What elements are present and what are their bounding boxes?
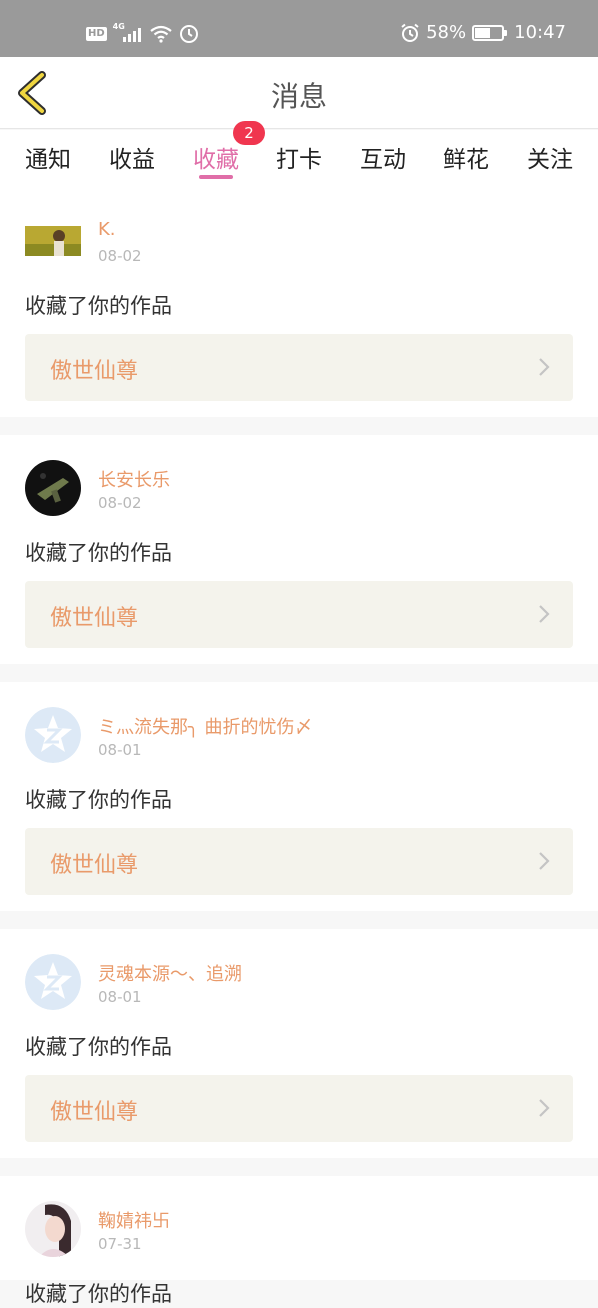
work-title: 傲世仙尊 [50,359,139,384]
username[interactable]: 鞠婧祎卐 [98,1207,170,1233]
chevron-right-icon [539,852,550,870]
avatar[interactable] [25,1201,81,1257]
unread-badge: 2 [233,121,265,145]
tab-bar: 通知 收益 收藏 打卡 互动 鲜花 关注 [0,130,598,188]
active-tab-indicator [199,175,233,179]
action-text: 收藏了你的作品 [25,541,172,565]
list-item: ミ灬流失那╮ 曲折的忧伤〆 08-01 收藏了你的作品 傲世仙尊 [0,682,598,911]
work-link[interactable]: 傲世仙尊 [25,828,573,895]
action-text: 收藏了你的作品 [25,788,172,812]
signal-icon: 4G [113,22,143,44]
alarm-icon [401,23,419,42]
hd-icon: HD [86,27,107,41]
tab-earnings[interactable]: 收益 [102,140,162,174]
work-title: 傲世仙尊 [50,606,139,631]
avatar[interactable] [25,226,81,256]
work-link[interactable]: 傲世仙尊 [25,334,573,401]
message-date: 08-01 [98,741,142,759]
work-title: 傲世仙尊 [50,1100,139,1125]
tab-following[interactable]: 关注 [520,140,580,174]
wifi-icon [149,25,172,43]
default-z-avatar-icon [25,707,81,763]
avatar[interactable] [25,707,81,763]
user-photo [25,1201,81,1257]
avatar[interactable] [25,460,81,516]
username[interactable]: 长安长乐 [98,466,170,492]
list-item: 长安长乐 08-02 收藏了你的作品 傲世仙尊 [0,435,598,664]
tab-flowers[interactable]: 鲜花 [436,140,496,174]
message-date: 08-02 [98,494,142,512]
clock-time: 10:47 [514,22,566,43]
action-text: 收藏了你的作品 [25,1282,172,1306]
tab-favorites[interactable]: 收藏 [186,140,246,174]
message-date: 08-01 [98,988,142,1006]
username[interactable]: K. [98,219,116,240]
work-link[interactable]: 傲世仙尊 [25,581,573,648]
header-bar: 消息 [0,57,598,129]
list-item: 灵魂本源～、追溯 08-01 收藏了你的作品 傲世仙尊 [0,929,598,1158]
list-item: 鞠婧祎卐 07-31 收藏了你的作品 [0,1176,598,1306]
status-left-icons: HD 4G [86,22,199,44]
work-title: 傲世仙尊 [50,853,139,878]
default-z-avatar-icon [25,954,81,1010]
list-item: K. 08-02 收藏了你的作品 傲世仙尊 [0,188,598,417]
action-text: 收藏了你的作品 [25,294,172,318]
battery-percent: 58% [426,22,467,43]
message-date: 08-02 [98,247,142,265]
chevron-right-icon [539,358,550,376]
chevron-right-icon [539,605,550,623]
action-text: 收藏了你的作品 [25,1035,172,1059]
status-right-icons: 58% 10:47 [400,22,566,43]
page-title: 消息 [270,80,327,113]
sync-icon [179,25,198,43]
username[interactable]: ミ灬流失那╮ 曲折的忧伤〆 [98,713,313,739]
tab-notifications[interactable]: 通知 [18,140,78,174]
status-bar: HD 4G 58% 10:47 [0,0,598,57]
username[interactable]: 灵魂本源～、追溯 [98,960,242,986]
tab-interactions[interactable]: 互动 [353,140,413,174]
tab-checkin[interactable]: 打卡 [269,140,329,174]
user-photo [25,460,81,516]
message-date: 07-31 [98,1235,142,1253]
avatar[interactable] [25,954,81,1010]
user-photo [25,226,81,256]
battery-charging-icon [472,24,508,41]
chevron-right-icon [539,1099,550,1117]
work-link[interactable]: 傲世仙尊 [25,1075,573,1142]
